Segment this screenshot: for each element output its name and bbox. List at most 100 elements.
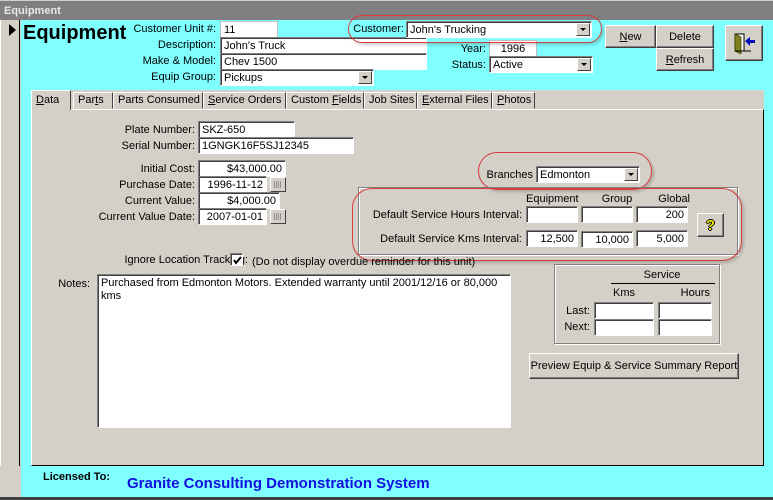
- chevron-down-icon[interactable]: [577, 58, 591, 71]
- tab-rest: xternal Files: [429, 94, 489, 106]
- tab-custom-fields[interactable]: Custom Fields: [286, 92, 364, 109]
- col-hours-header: Hours: [680, 287, 710, 299]
- preview-report-button[interactable]: Preview Equip & Service Summary Report: [529, 353, 739, 379]
- hours-equipment-input[interactable]: [526, 206, 578, 223]
- current-value-input[interactable]: $4,000.00: [198, 192, 280, 209]
- col-global-header: Global: [658, 193, 690, 205]
- customer-select[interactable]: John's Trucking: [406, 21, 592, 38]
- tab-rest: ervice Orders: [215, 94, 282, 106]
- tab-pre: Custom: [291, 94, 332, 106]
- serial-number-input[interactable]: 1GNGK16F5SJ12345: [198, 137, 354, 154]
- window-title: Equipment: [4, 5, 61, 17]
- status-value: Active: [493, 59, 523, 71]
- service-header: Service: [643, 269, 681, 281]
- new-rest: ew: [627, 30, 642, 43]
- make-model-label: Make & Model:: [142, 55, 216, 67]
- status-label: Status:: [451, 59, 486, 71]
- next-label: Next:: [564, 321, 590, 333]
- customer-label: Customer:: [353, 23, 404, 35]
- exit-door-icon: [734, 33, 755, 54]
- tab-accel: D: [36, 94, 44, 106]
- tab-rest: ata: [43, 94, 60, 106]
- ignore-tracking-label: Ignore Location Tracking:: [124, 254, 248, 266]
- last-kms-input[interactable]: [594, 302, 654, 319]
- chevron-down-icon[interactable]: [358, 71, 372, 84]
- next-hours-input[interactable]: [658, 319, 712, 336]
- description-input[interactable]: John's Truck: [220, 37, 427, 54]
- tab-external-files[interactable]: External Files: [417, 92, 492, 109]
- branches-select[interactable]: Edmonton: [536, 166, 640, 183]
- purchase-date-label: Purchase Date:: [119, 179, 195, 191]
- tab-parts-consumed[interactable]: Parts Consumed: [113, 92, 203, 109]
- plate-number-label: Plate Number:: [124, 124, 195, 136]
- branches-label: Branches: [486, 169, 533, 181]
- last-label: Last:: [566, 305, 590, 317]
- serial-number-label: Serial Number:: [121, 140, 195, 152]
- year-label: Year:: [460, 43, 486, 55]
- tab-job-sites[interactable]: Job Sites: [364, 92, 417, 109]
- equip-group-select[interactable]: Pickups: [220, 69, 374, 86]
- tab-accel: F: [331, 94, 339, 106]
- current-value-date-label: Current Value Date:: [98, 211, 195, 223]
- branches-value: Edmonton: [540, 169, 591, 181]
- customer-value: John's Trucking: [410, 24, 487, 36]
- tab-rest: ields: [338, 94, 362, 106]
- current-value-date-input[interactable]: 2007-01-01: [198, 208, 267, 225]
- new-button[interactable]: New: [605, 25, 656, 48]
- description-label: Description:: [157, 39, 216, 51]
- last-hours-input[interactable]: [658, 302, 712, 319]
- purchase-date-input[interactable]: 1996-11-12: [198, 176, 267, 193]
- status-select[interactable]: Active: [489, 56, 593, 73]
- kms-group-input[interactable]: 10,000: [581, 231, 633, 248]
- form-title: Equipment: [23, 22, 127, 44]
- current-record-arrow-icon: [9, 24, 16, 36]
- tab-rest: s: [98, 94, 104, 106]
- tab-data[interactable]: Data: [31, 90, 71, 110]
- col-group-header: Group: [601, 193, 633, 205]
- initial-cost-label: Initial Cost:: [140, 163, 195, 175]
- equip-group-label: Equip Group:: [151, 71, 216, 83]
- tab-parts[interactable]: Parts: [73, 92, 113, 109]
- service-header-divider: [611, 283, 715, 284]
- exit-button[interactable]: [725, 25, 763, 61]
- notes-label: Notes:: [58, 278, 90, 290]
- window-title-bar: Equipment: [0, 0, 773, 20]
- checkmark-icon: [233, 256, 242, 265]
- refresh-rest: efresh: [673, 53, 705, 66]
- initial-cost-input[interactable]: $43,000.00: [198, 160, 286, 177]
- kms-global-input[interactable]: 5,000: [636, 230, 688, 247]
- chevron-down-icon[interactable]: [576, 23, 590, 36]
- equip-group-value: Pickups: [224, 72, 263, 84]
- plate-number-input[interactable]: SKZ-650: [198, 121, 295, 138]
- record-selector[interactable]: [0, 20, 20, 466]
- help-button[interactable]: ?: [697, 213, 724, 237]
- licensed-to-value: Granite Consulting Demonstration System: [127, 475, 430, 492]
- year-input[interactable]: 1996: [489, 40, 537, 57]
- hours-global-input[interactable]: 200: [636, 206, 688, 223]
- delete-button[interactable]: Delete: [656, 25, 714, 48]
- customer-unit-input[interactable]: 11: [220, 21, 278, 38]
- tab-pre: Par: [78, 94, 96, 106]
- col-equipment-header: Equipment: [526, 193, 579, 205]
- refresh-accel: R: [665, 53, 674, 66]
- question-mark-icon: ?: [705, 216, 716, 234]
- current-value-label: Current Value:: [124, 195, 195, 207]
- col-kms-header: Kms: [613, 287, 635, 299]
- tab-rest: hotos: [504, 94, 532, 106]
- refresh-button[interactable]: Refresh: [656, 48, 714, 71]
- hours-group-input[interactable]: [581, 206, 633, 223]
- ignore-tracking-checkbox[interactable]: [230, 253, 243, 266]
- next-kms-input[interactable]: [594, 319, 654, 336]
- customer-unit-label: Customer Unit #:: [133, 23, 216, 35]
- hours-interval-label: Default Service Hours Interval:: [372, 209, 522, 221]
- tab-photos[interactable]: Photos: [492, 92, 535, 109]
- calendar-icon[interactable]: [270, 177, 286, 192]
- calendar-icon[interactable]: [270, 209, 286, 224]
- ignore-tracking-note: (Do not display overdue reminder for thi…: [252, 256, 476, 268]
- make-model-input[interactable]: Chev 1500: [220, 53, 427, 70]
- tab-service-orders[interactable]: Service Orders: [203, 92, 286, 109]
- licensed-to-label: Licensed To:: [43, 471, 111, 483]
- kms-equipment-input[interactable]: 12,500: [526, 230, 578, 247]
- notes-textarea[interactable]: Purchased from Edmonton Motors. Extended…: [97, 274, 511, 428]
- chevron-down-icon[interactable]: [624, 168, 638, 181]
